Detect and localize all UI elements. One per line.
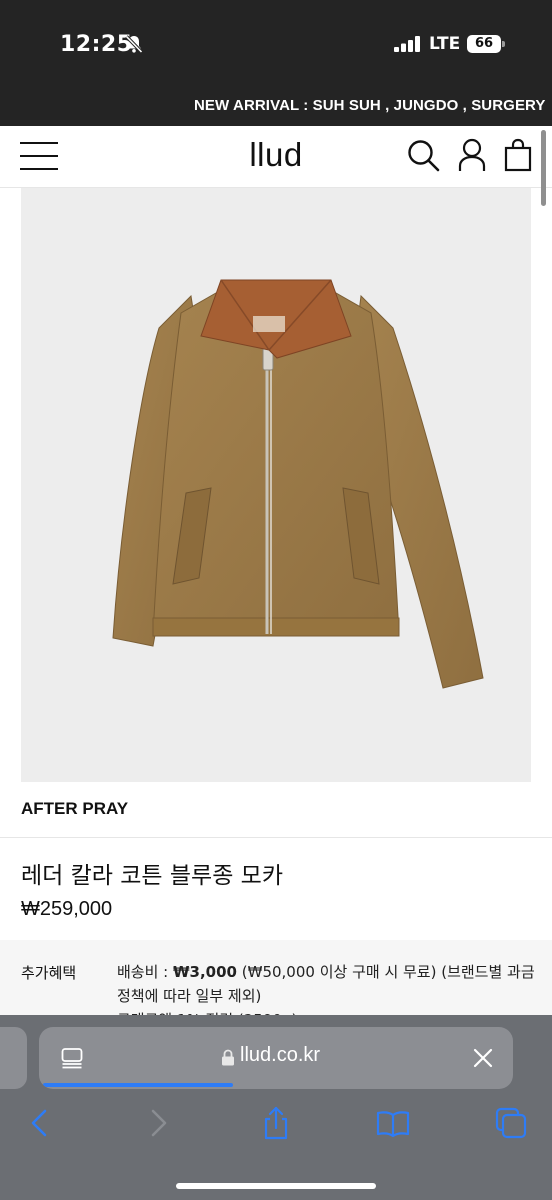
share-icon[interactable] — [258, 1105, 294, 1141]
home-indicator[interactable] — [176, 1183, 376, 1189]
jacket-illustration — [112, 279, 484, 689]
page-menu-icon[interactable] — [61, 1047, 83, 1069]
bookmarks-icon[interactable] — [375, 1105, 411, 1141]
signal-icon — [394, 36, 420, 52]
benefit-label: 추가혜택 — [21, 964, 77, 982]
battery-icon: 66 — [467, 35, 505, 53]
close-icon[interactable] — [472, 1047, 494, 1069]
product-image[interactable] — [21, 188, 531, 782]
divider — [0, 837, 552, 838]
page-load-progress — [43, 1083, 233, 1087]
status-time: 12:25 — [60, 32, 133, 57]
brand-name[interactable]: AFTER PRAY — [21, 799, 128, 819]
site-header: llud — [0, 126, 552, 188]
forward-icon[interactable] — [140, 1105, 176, 1141]
status-bar: 12:25 LTE 66 — [0, 0, 552, 88]
tabs-icon[interactable] — [493, 1105, 529, 1141]
battery-level: 66 — [467, 35, 501, 53]
shipping-prefix: 배송비 : — [117, 963, 173, 981]
cart-icon[interactable] — [503, 138, 533, 172]
announcement-text: NEW ARRIVAL : SUH SUH , JUNGDO , SURGERY — [194, 97, 546, 114]
announcement-bar[interactable]: NEW ARRIVAL : SUH SUH , JUNGDO , SURGERY — [0, 88, 552, 126]
scroll-indicator[interactable] — [541, 130, 546, 206]
network-type: LTE — [429, 34, 461, 54]
product-price: ₩259,000 — [21, 898, 113, 920]
previous-tab-preview[interactable] — [0, 1027, 27, 1089]
search-icon[interactable] — [406, 138, 440, 172]
address-bar[interactable]: llud.co.kr — [39, 1027, 513, 1089]
product-name: 레더 칼라 코튼 블루종 모카 — [21, 863, 284, 889]
url-text: llud.co.kr — [240, 1044, 321, 1066]
lock-icon — [222, 1049, 234, 1066]
user-icon[interactable] — [457, 138, 487, 172]
back-icon[interactable] — [22, 1105, 58, 1141]
bell-slash-icon — [125, 35, 143, 54]
shipping-fee: ₩3,000 — [173, 963, 237, 981]
browser-toolbar: llud.co.kr — [0, 1015, 552, 1200]
